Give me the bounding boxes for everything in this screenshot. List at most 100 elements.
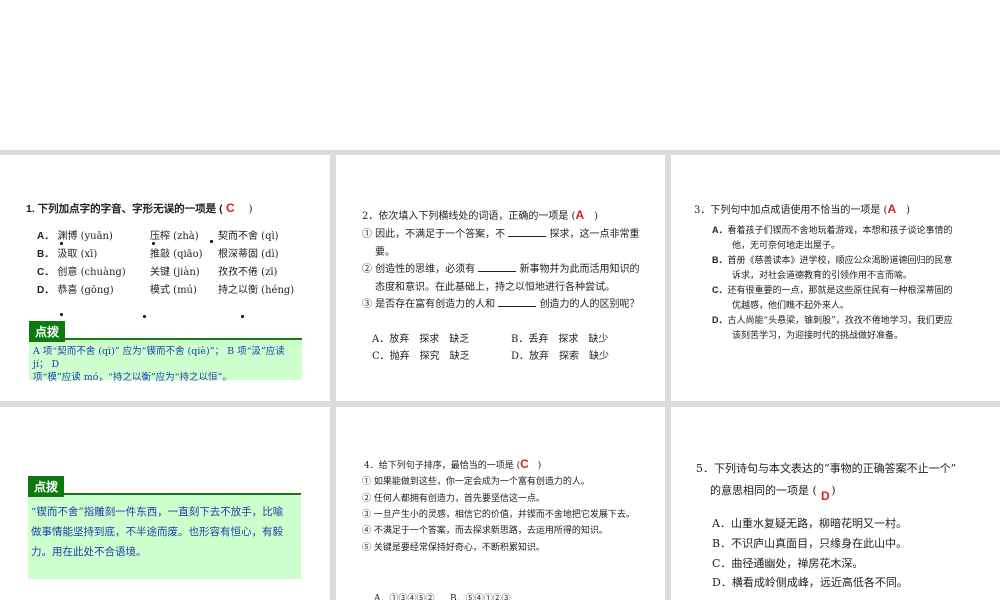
option-word: 压榨 (zhà) <box>150 231 199 242</box>
option-b: B．⑤④①②③ <box>450 594 511 600</box>
option-b: B．不识庐山真面目，只缘身在此山中。 <box>712 537 908 550</box>
sentence-text: ③ 是否存在富有创造力的人和 <box>362 299 496 310</box>
option-c: C．还有很重要的一点，那就是这些原住民有一种根深蒂固的 <box>712 283 953 296</box>
stem-text: 3．下列句中加点成语使用不恰当的一项是 ( <box>694 205 888 216</box>
question-2-stem: 2．依次填入下列横线处的词语，正确的一项是 (A ) <box>362 207 598 222</box>
stem-text: 2．依次填入下列横线处的词语，正确的一项是 ( <box>362 211 576 222</box>
option-text: 诉求，对社会道德教育的引领作用不言而喻。 <box>732 271 913 281</box>
emphasis-dot <box>143 315 146 318</box>
tip-box: A 项“契而不舍 (qì)” 应为“锲而不舍 (qiè)”； B 项“汲”应读 … <box>29 338 302 383</box>
slide-tip-3[interactable]: “锲而不舍”指雕刻一件东西，一直刻下去不放手，比喻 做事情能坚持到底，不半途而废… <box>0 407 330 600</box>
answer: C <box>520 457 529 471</box>
option-word: 契而不舍 (qì) <box>218 231 279 242</box>
option-text: 他，无可奈何地走出屋子。 <box>732 241 841 251</box>
option-letter: D． <box>37 285 55 296</box>
slide-question-5[interactable]: 5．下列诗句与本文表达的“事物的正确答案不止一个” 的意思相同的一项是 ( ) … <box>671 407 1000 600</box>
close-paren: ) <box>537 461 542 471</box>
stem-text: 4．给下列句子排序，最恰当的一项是 ( <box>364 461 521 471</box>
stem-text: 1. 下列加点字的字音、字形无误的一项是 ( <box>26 203 223 215</box>
sentence-text: ① 因此，不满足于一个答案，不 <box>362 229 506 240</box>
sentence-2: ② 创造性的思维，必须有 新事物并为此而活用知识的 <box>362 260 640 275</box>
sentence-item: ② 任何人都拥有创造力，首先要坚信这一点。 <box>362 494 545 504</box>
tip-line: 做事情能坚持到底，不半途而废。也形容有恒心，有毅 <box>31 526 283 538</box>
answer: D <box>821 489 830 503</box>
stem-text: 的意思相同的一项是 ( <box>710 484 817 497</box>
sentence-text: 新事物并为此而活用知识的 <box>519 264 640 275</box>
option-letter: B． <box>712 255 728 265</box>
sentence-item: ③ 一旦产生小的灵感，相信它的价值，并锲而不舍地把它发展下去。 <box>362 510 635 520</box>
option-word: 恭喜 (gōng) <box>57 285 114 296</box>
sentence-item: ⑤ 关键是要经常保持好奇心，不断积累知识。 <box>362 543 545 553</box>
option-letter: C． <box>712 285 728 295</box>
option-a: A．放弃 探求 缺乏 <box>372 334 470 345</box>
close-paren: ) <box>594 211 599 222</box>
fill-blank <box>508 228 547 237</box>
close-paren: ) <box>248 203 253 215</box>
option-text: 还有很重要的一点，那就是这些原住民有一种根深蒂固的 <box>727 286 953 296</box>
tip-line: “锲而不舍”指雕刻一件东西，一直刻下去不放手，比喻 <box>31 506 284 518</box>
option-b: B．丢弃 探求 缺少 <box>511 334 609 345</box>
question-4-stem: 4．给下列句子排序，最恰当的一项是 (C ) <box>364 457 541 471</box>
sentence-text: 要。 <box>375 247 395 258</box>
option-word: 模式 (mú) <box>150 285 197 296</box>
sentence-1: ① 因此，不满足于一个答案，不 探求，这一点非常重 <box>362 225 640 240</box>
option-b: B．首册《慈善读本》进学校，顺应公众渴盼道德回归的民意 <box>712 253 953 266</box>
option-word: 关键 (jiàn) <box>150 267 200 278</box>
option-text: 看着孩子们锲而不舍地玩着游戏，本想和孩子谈论事情的 <box>727 226 953 236</box>
tip-label: 点拨 <box>29 321 66 342</box>
stem-text: 5．下列诗句与本文表达的“事物的正确答案不止一个” <box>696 462 957 475</box>
answer: A <box>575 208 585 222</box>
tip-line: A 项“契而不舍 (qì)” 应为“锲而不舍 (qiè)”； B 项“汲”应读 … <box>33 346 285 370</box>
option-word: 孜孜不倦 (zī) <box>218 267 278 278</box>
question-1-stem: 1. 下列加点字的字音、字形无误的一项是 ( C ) <box>26 201 253 216</box>
option-text: 该刻苦学习，为迎接时代的挑战做好准备。 <box>732 331 904 341</box>
option-word: 创意 (chuàng) <box>57 267 126 278</box>
slide-question-1[interactable]: 1. 下列加点字的字音、字形无误的一项是 ( C ) A． 渊博 (yuān) … <box>0 155 330 401</box>
sentence-3: ③ 是否存在富有创造力的人和 创造力的人的区别呢？ <box>362 295 640 310</box>
tip-line: 力。用在此处不合语境。 <box>31 546 147 558</box>
option-word: 渊博 (yuān) <box>57 231 113 242</box>
option-text: 首册《慈善读本》进学校，顺应公众渴盼道德回归的民意 <box>727 256 953 266</box>
slide-question-2[interactable]: 2．依次填入下列横线处的词语，正确的一项是 (A ) ① 因此，不满足于一个答案… <box>336 155 665 401</box>
slide-question-4[interactable]: 4．给下列句子排序，最恰当的一项是 (C ) ① 如果能做到这些，你一定会成为一… <box>336 407 665 600</box>
tip-text: “锲而不舍”指雕刻一件东西，一直刻下去不放手，比喻 做事情能坚持到底，不半途而废… <box>31 502 283 562</box>
option-letter: A． <box>37 231 55 242</box>
tip-text: A 项“契而不舍 (qì)” 应为“锲而不舍 (qiè)”； B 项“汲”应读 … <box>33 345 302 384</box>
option-c: C．曲径通幽处，禅房花木深。 <box>712 557 864 570</box>
option-text: 古人尚能“头悬梁，锥刺股”，孜孜不倦地学习，我们更应 <box>727 316 953 326</box>
option-word: 汲取 (xī) <box>57 249 98 260</box>
sentence-text: 创造力的人的区别呢？ <box>539 299 640 310</box>
tip-label: 点拨 <box>28 476 65 497</box>
option-d: D．古人尚能“头悬梁，锥刺股”，孜孜不倦地学习，我们更应 <box>712 313 953 326</box>
close-paren: ) <box>831 484 836 497</box>
option-a: A．①③④⑤② <box>374 594 435 600</box>
emphasis-dot <box>60 313 63 316</box>
option-text: 优越感，他们瞧不起外来人。 <box>732 301 850 311</box>
sentence-text: 探求，这一点非常重 <box>549 229 640 240</box>
emphasis-dot <box>60 242 63 245</box>
option-word: 推敲 (qiāo) <box>150 249 203 260</box>
fill-blank <box>498 298 537 307</box>
option-d: D．横看成岭侧成峰，远近高低各不同。 <box>712 576 908 589</box>
blank-header-area <box>0 0 1000 150</box>
close-paren: ) <box>906 205 911 216</box>
option-word: 根深蒂固 (dì) <box>218 249 279 260</box>
option-word: 持之以衡 (héng) <box>218 285 295 296</box>
sentence-item: ① 如果能做到这些，你一定会成为一个富有创造力的人。 <box>362 477 590 487</box>
option-a: A．看着孩子们锲而不舍地玩着游戏，本想和孩子谈论事情的 <box>712 223 953 236</box>
slide-question-3[interactable]: 3．下列句中加点成语使用不恰当的一项是 (A ) A．看着孩子们锲而不舍地玩着游… <box>671 155 1000 401</box>
option-c: C．抛弃 探究 缺乏 <box>372 351 470 362</box>
fill-blank <box>478 263 517 272</box>
option-letter: D． <box>712 315 728 325</box>
sentence-text: ② 创造性的思维，必须有 <box>362 264 476 275</box>
tip-box: “锲而不舍”指雕刻一件东西，一直刻下去不放手，比喻 做事情能坚持到底，不半途而废… <box>28 493 301 579</box>
emphasis-dot <box>152 242 155 245</box>
tip-line: 项“模”应读 mó，“持之以衡”应为“持之以恒”。 <box>33 372 232 383</box>
sentence-text: 态度和意识。在此基础上，持之以恒地进行各种尝试。 <box>375 282 615 293</box>
option-letter: B． <box>37 249 55 260</box>
option-a: A．山重水复疑无路，柳暗花明又一村。 <box>712 517 907 530</box>
option-letter: C． <box>37 267 55 278</box>
emphasis-dot <box>210 240 213 243</box>
option-d: D．放弃 探索 缺少 <box>511 351 610 362</box>
emphasis-dot <box>241 315 244 318</box>
